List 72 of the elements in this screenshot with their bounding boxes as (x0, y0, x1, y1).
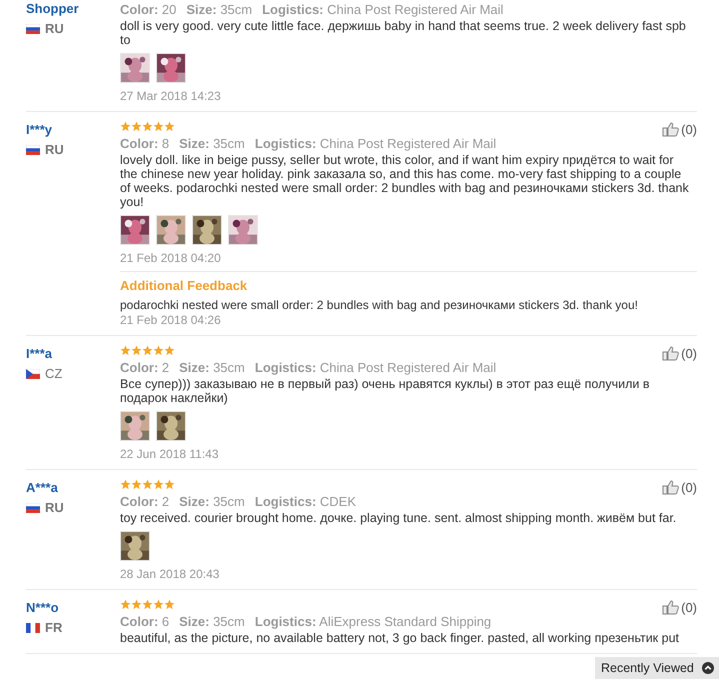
star-icon (142, 479, 153, 490)
star-icon (142, 121, 153, 132)
star-icon (142, 599, 153, 610)
thumbs-up-icon[interactable] (662, 122, 680, 138)
star-icon (142, 345, 153, 356)
reviewer-name[interactable]: Shopper (26, 1, 120, 17)
star-icon (164, 345, 175, 356)
star-icon (131, 345, 142, 356)
star-icon (164, 121, 175, 132)
review-text: Все супер))) заказываю не в первый раз) очень нравятся куклы) в этот раз ещё получили в подарок наклейки) (120, 377, 650, 405)
like-count: (0) (681, 345, 697, 363)
review-text: lovely doll. like in beige pussy, seller but wrote, this color, and if want him expiry придётся to wait for the chinese new year holiday. pink заказала so, and this has come. mo-very fast shipping to a couple of weeks. podarochki nested were small order: 2 bundles with bag and резиночками stickers 3d. thank you! (120, 153, 690, 209)
star-icon (131, 599, 142, 610)
color-label: Color: 8 (120, 136, 170, 152)
size-label: Size: 35cm (179, 360, 245, 376)
size-label: Size: 35cm (179, 136, 245, 152)
reviewer-name[interactable]: I***a (26, 346, 120, 362)
flag-icon (26, 24, 40, 34)
star-icon (120, 345, 131, 356)
flag-icon (26, 144, 40, 155)
reviewer-name[interactable]: N***o (26, 600, 120, 616)
star-icon (131, 479, 142, 490)
thumbs-up-icon[interactable] (662, 480, 680, 496)
logistics-label: Logistics: China Post Registered Air Mail (254, 360, 496, 376)
review-date: 21 Feb 2018 04:20 (120, 251, 222, 265)
flag-icon (26, 502, 40, 513)
reviewer-name[interactable]: I***y (26, 122, 120, 138)
star-icon (153, 479, 164, 490)
thumbs-up-icon[interactable] (662, 346, 680, 362)
chevron-up-icon (702, 662, 714, 674)
like-count: (0) (681, 479, 697, 497)
additional-feedback-title: Additional Feedback (120, 278, 248, 294)
additional-feedback-text: podarochki nested were small order: 2 bundles with bag and резиночками stickers 3d. thank you! (120, 298, 639, 312)
color-label: Color: 2 (120, 494, 170, 510)
size-label: Size: 35cm (179, 494, 245, 510)
recently-viewed-button[interactable]: Recently Viewed (595, 657, 719, 679)
star-icon (131, 121, 142, 132)
size-label: Size: 35cm (186, 2, 252, 18)
logistics-label: Logistics: China Post Registered Air Mail (262, 2, 504, 18)
logistics-label: Logistics: China Post Registered Air Mail (254, 136, 496, 152)
review-text: toy received. courier brought home. дочке. playing tune. sent. almost shipping month. живём but far. (120, 511, 678, 525)
review-date: 28 Jan 2018 20:43 (120, 567, 220, 581)
star-icon (153, 121, 164, 132)
color-label: Color: 2 (120, 360, 170, 376)
country-code: CZ (45, 365, 62, 383)
color-label: Color: 20 (120, 2, 176, 18)
star-icon (120, 599, 131, 610)
like-count: (0) (681, 599, 697, 617)
review-text: beautiful, as the picture, no available battery not, 3 go back finger. pasted, all working презеньтик put (120, 631, 680, 645)
country-code: RU (45, 499, 64, 517)
logistics-label: Logistics: AliExpress Standard Shipping (254, 614, 492, 630)
country-code: RU (45, 20, 64, 38)
star-icon (153, 345, 164, 356)
star-icon (120, 479, 131, 490)
flag-icon (26, 622, 40, 633)
like-count: (0) (681, 121, 697, 139)
thumbs-up-icon[interactable] (662, 600, 680, 616)
star-icon (120, 121, 131, 132)
star-icon (164, 599, 175, 610)
review-date: 27 Mar 2018 14:23 (120, 89, 222, 103)
size-label: Size: 35cm (179, 614, 245, 630)
review-date: 22 Jun 2018 11:43 (120, 447, 220, 461)
star-icon (153, 599, 164, 610)
logistics-label: Logistics: CDEK (254, 494, 356, 510)
country-code: FR (45, 619, 62, 637)
additional-feedback-date: 21 Feb 2018 04:26 (120, 313, 222, 327)
color-label: Color: 6 (120, 614, 170, 630)
country-code: RU (45, 141, 64, 159)
review-text: doll is very good. very cute little face. держишь baby in hand that seems true. 2 week delivery fast spb to (120, 19, 687, 47)
star-icon (164, 479, 175, 490)
flag-icon (26, 368, 40, 379)
reviewer-name[interactable]: A***a (26, 480, 120, 496)
